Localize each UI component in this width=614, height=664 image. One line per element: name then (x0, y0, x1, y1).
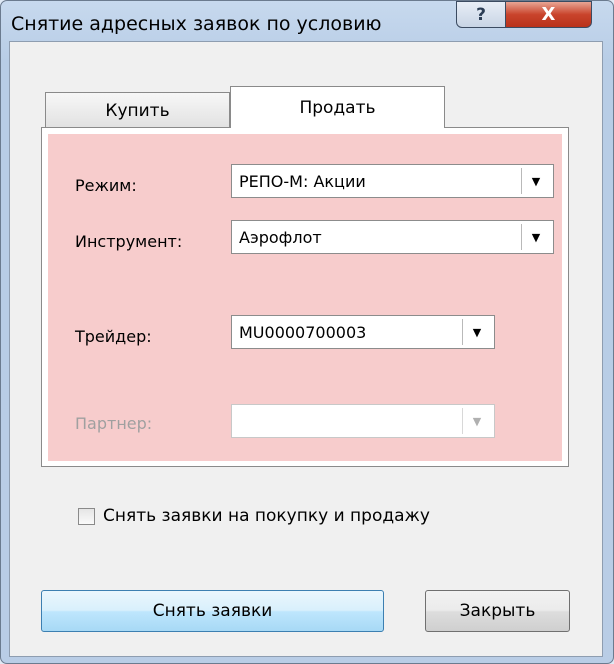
trader-label: Трейдер: (75, 327, 152, 346)
cancel-both-sides-checkbox[interactable] (78, 507, 95, 525)
tab-sell[interactable]: Продать (230, 86, 445, 128)
partner-select: ▼ (231, 404, 495, 438)
instrument-select[interactable]: Аэрофлот ▼ (231, 220, 554, 254)
close-button-label: Закрыть (459, 601, 536, 621)
window-title: Снятие адресных заявок по условию (11, 13, 382, 35)
instrument-value: Аэрофлот (239, 228, 322, 247)
close-window-button[interactable]: X (505, 1, 592, 28)
chevron-down-icon: ▼ (462, 408, 491, 434)
mode-label: Режим: (75, 176, 137, 195)
cancel-orders-button[interactable]: Снять заявки (41, 590, 384, 632)
help-icon: ? (476, 4, 486, 25)
partner-label: Партнер: (75, 414, 153, 433)
cancel-both-sides-label: Снять заявки на покупку и продажу (103, 506, 430, 526)
close-icon: X (541, 4, 556, 25)
cancel-both-sides-option[interactable]: Снять заявки на покупку и продажу (78, 506, 430, 526)
tab-sell-label: Продать (299, 97, 376, 118)
tab-buy-label: Купить (105, 100, 170, 121)
tab-buy[interactable]: Купить (45, 92, 230, 128)
trader-select[interactable]: MU0000700003 ▼ (231, 315, 495, 349)
mode-value: РЕПО-М: Акции (239, 172, 366, 191)
help-button[interactable]: ? (456, 1, 506, 28)
chevron-down-icon[interactable]: ▼ (521, 168, 550, 194)
trader-value: MU0000700003 (239, 323, 367, 342)
title-bar[interactable]: Снятие адресных заявок по условию ? X (1, 1, 613, 41)
mode-select[interactable]: РЕПО-М: Акции ▼ (231, 164, 554, 198)
instrument-label: Инструмент: (75, 232, 183, 251)
chevron-down-icon[interactable]: ▼ (462, 319, 491, 345)
chevron-down-icon[interactable]: ▼ (521, 224, 550, 250)
close-button[interactable]: Закрыть (425, 590, 570, 632)
cancel-orders-label: Снять заявки (152, 601, 273, 621)
